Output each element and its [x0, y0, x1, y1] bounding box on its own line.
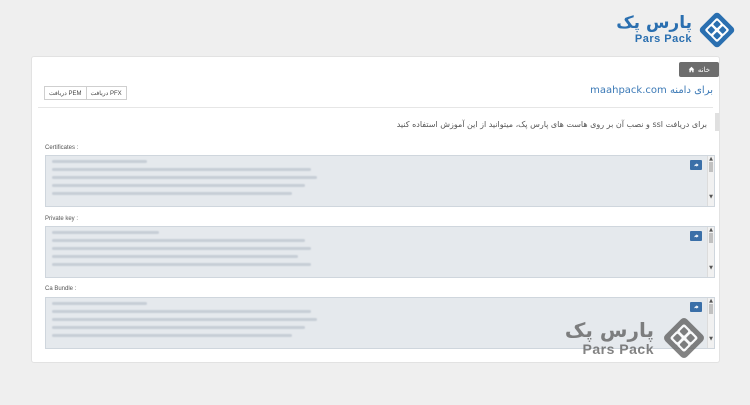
copy-icon: [693, 234, 699, 238]
watermark-text-fa: پارس پک: [564, 318, 654, 342]
download-button-group: دریافت PEM دریافت PFX: [44, 86, 127, 100]
certificates-label: Certificates :: [45, 145, 79, 151]
private-key-label: Private key :: [45, 216, 79, 222]
scroll-thumb[interactable]: [709, 304, 713, 314]
instructions-text[interactable]: برای دریافت ssl و نصب آن بر روی هاست های…: [397, 120, 707, 129]
scroll-thumb[interactable]: [709, 233, 713, 243]
home-icon: [688, 66, 695, 73]
parspack-logo-icon: [699, 12, 735, 48]
ca-bundle-label: Ca Bundle :: [45, 286, 77, 292]
logo-text-fa: پارس پک: [616, 13, 692, 33]
logo-text-en: Pars Pack: [634, 33, 692, 45]
scroll-thumb[interactable]: [709, 162, 713, 172]
ca-bundle-scrollbar[interactable]: ▲ ▼: [707, 298, 714, 348]
private-key-scrollbar[interactable]: ▲ ▼: [707, 227, 714, 277]
watermark-logo-icon: [664, 318, 704, 358]
certificates-scrollbar[interactable]: ▲ ▼: [707, 156, 714, 206]
download-pem-button[interactable]: دریافت PEM: [44, 86, 87, 100]
home-breadcrumb-button[interactable]: خانه: [679, 62, 719, 77]
divider: [38, 107, 713, 108]
copy-icon: [693, 163, 699, 167]
copy-private-key-button[interactable]: [690, 231, 702, 241]
private-key-textarea[interactable]: ▲ ▼: [45, 226, 715, 278]
parspack-watermark: پارس پک Pars Pack: [565, 316, 706, 360]
certificates-textarea[interactable]: ▲ ▼: [45, 155, 715, 207]
copy-certificate-button[interactable]: [690, 160, 702, 170]
watermark-text: پارس پک Pars Pack: [565, 320, 654, 356]
scroll-down-arrow[interactable]: ▼: [708, 265, 714, 271]
logo-text: پارس پک Pars Pack: [616, 15, 692, 45]
scroll-down-arrow[interactable]: ▼: [708, 336, 714, 342]
watermark-text-en: Pars Pack: [582, 341, 654, 357]
home-label: خانه: [697, 66, 711, 74]
page-scrollbar[interactable]: [715, 113, 719, 131]
private-key-content-blurred: [52, 231, 684, 271]
header: پارس پک Pars Pack: [0, 0, 750, 55]
certificate-content-blurred: [52, 160, 684, 200]
copy-ca-bundle-button[interactable]: [690, 302, 702, 312]
domain-title: برای دامنه maahpack.com: [590, 85, 713, 96]
parspack-logo[interactable]: پارس پک Pars Pack: [616, 11, 736, 49]
download-pfx-button[interactable]: دریافت PFX: [86, 86, 127, 100]
scroll-down-arrow[interactable]: ▼: [708, 194, 714, 200]
copy-icon: [693, 305, 699, 309]
